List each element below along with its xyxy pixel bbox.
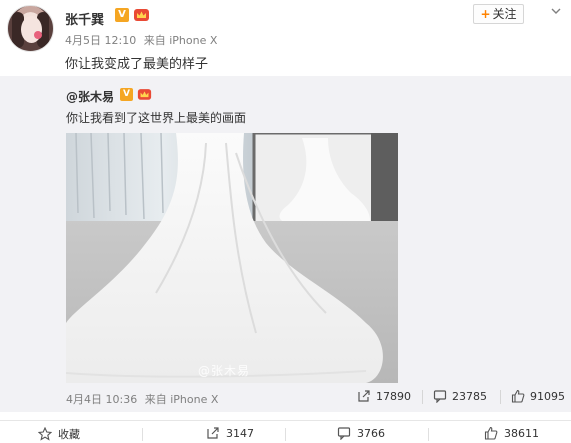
- image-watermark: @张木易: [198, 364, 251, 378]
- repost-meta: 4月4日 10:36 来自 iPhone X: [66, 391, 218, 407]
- comment-count: 3766: [357, 426, 385, 440]
- repost-date[interactable]: 4月4日 10:36: [66, 393, 137, 406]
- repost-comment-button[interactable]: 23785: [433, 389, 487, 403]
- favorite-label: 收藏: [58, 428, 80, 441]
- divider: [428, 428, 429, 441]
- verified-icon: V: [120, 88, 133, 101]
- repost-forward-button[interactable]: 17890: [357, 389, 411, 403]
- comment-icon: [433, 390, 447, 403]
- author-avatar[interactable]: [7, 5, 54, 52]
- follow-label: 关注: [492, 7, 517, 21]
- repost-source-prefix: 来自: [144, 393, 167, 406]
- like-button[interactable]: 38611: [484, 426, 539, 440]
- comment-icon: [337, 427, 351, 440]
- thumbs-up-icon: [484, 426, 498, 440]
- divider: [422, 390, 423, 404]
- comment-button[interactable]: 3766: [337, 426, 385, 440]
- weibo-post: 张千巽 V 4月5日 12:10 来自 iPhone X + 关注 你让我变成了最…: [0, 0, 571, 443]
- plus-icon: +: [480, 7, 491, 21]
- repost-text: 你让我看到了这世界上最美的画面: [66, 111, 247, 125]
- repost-author[interactable]: @张木易: [66, 88, 114, 105]
- divider: [500, 390, 501, 404]
- verified-icon: V: [115, 8, 129, 22]
- repost-like-count: 91095: [530, 389, 565, 403]
- author-name[interactable]: 张千巽: [65, 9, 104, 28]
- forward-icon: [358, 390, 370, 402]
- action-bar: 收藏 3147 3766 38611: [0, 420, 571, 443]
- forward-count: 3147: [226, 426, 254, 440]
- post-date[interactable]: 4月5日 12:10: [65, 34, 136, 47]
- star-icon: [38, 427, 52, 441]
- post-meta: 4月5日 12:10 来自 iPhone X: [65, 32, 217, 48]
- post-text: 你让我变成了最美的样子: [65, 57, 209, 72]
- chevron-down-icon[interactable]: [550, 5, 562, 17]
- repost-card: @张木易 V 你让我看到了这世界上最美的画面 @张木易 4月4日 10:36 来…: [0, 76, 571, 412]
- vip-crown-icon: [137, 89, 152, 100]
- post-source-prefix: 来自: [143, 34, 166, 47]
- like-count: 38611: [504, 426, 539, 440]
- favorite-button[interactable]: 收藏: [38, 426, 80, 442]
- divider: [285, 428, 286, 441]
- vip-crown-icon: [134, 9, 149, 21]
- thumbs-up-icon: [511, 389, 525, 403]
- repost-device: iPhone X: [170, 393, 219, 406]
- forward-button[interactable]: 3147: [206, 426, 254, 440]
- repost-comment-count: 23785: [452, 389, 487, 403]
- photo-image: [66, 133, 398, 383]
- wedding-dress-photo[interactable]: @张木易: [66, 133, 398, 383]
- repost-forward-count: 17890: [376, 389, 411, 403]
- repost-like-button[interactable]: 91095: [511, 389, 565, 403]
- follow-button[interactable]: + 关注: [473, 4, 524, 24]
- divider: [142, 428, 143, 441]
- forward-icon: [207, 427, 219, 439]
- post-device: iPhone X: [169, 34, 218, 47]
